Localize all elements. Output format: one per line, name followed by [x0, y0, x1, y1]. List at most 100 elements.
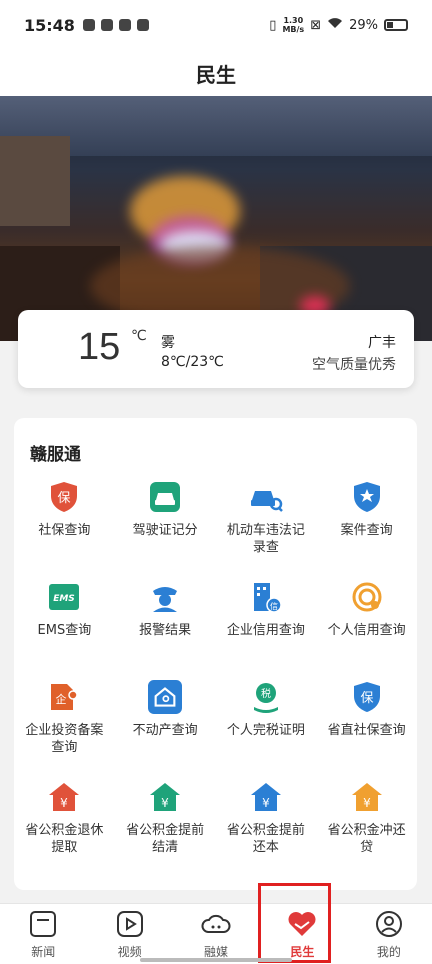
badge-icon [350, 480, 384, 514]
service-item[interactable]: 企企业投资备案查询 [14, 680, 115, 762]
sim-icon: ⊠ [310, 17, 322, 33]
invest-icon: 企 [47, 680, 81, 714]
battery-icon [384, 19, 408, 31]
service-item[interactable]: ¥ 省公积金冲还贷 [316, 780, 417, 862]
service-item[interactable]: ¥ 省公积金退休提取 [14, 780, 115, 862]
service-item[interactable]: 案件查询 [316, 480, 417, 562]
tab-user[interactable]: 我的 [346, 904, 432, 964]
tab-label: 新闻 [31, 945, 56, 959]
service-label: 省直社保查询 [327, 723, 406, 738]
service-item[interactable]: 不动产查询 [115, 680, 216, 762]
air-quality: 空气质量优秀 [312, 357, 396, 373]
fund-icon: ¥ [350, 780, 384, 814]
service-label: 报警结果 [139, 623, 192, 638]
tab-news[interactable]: 新闻 [0, 904, 86, 964]
services-title: 赣服通 [30, 445, 81, 465]
page-title: 民生 [0, 50, 432, 96]
user-icon [375, 910, 403, 941]
service-label: 驾驶证记分 [132, 523, 198, 538]
services-card: 赣服通 保社保查询 驾驶证记分 机动车违法记录查 案件查询 EMS EMS查询 报警结果信企… [14, 418, 417, 890]
notification-icon [118, 19, 131, 31]
vibrate-icon: ▯ [269, 17, 277, 33]
status-time: 15:48 [24, 15, 75, 35]
service-item[interactable]: ¥ 省公积金提前还本 [216, 780, 317, 862]
video-icon [116, 910, 144, 941]
status-bar: 15:48 ▯ 1.30 MB/s ⊠ 29% [0, 0, 432, 50]
service-item[interactable]: 信企业信用查询 [216, 580, 317, 662]
service-label: 个人完税证明 [226, 723, 305, 738]
weather-temp: 15 [78, 326, 121, 368]
service-label: 机动车违法记录查 [226, 523, 305, 555]
weather-city: 广丰 [368, 335, 396, 351]
service-item[interactable]: 驾驶证记分 [115, 480, 216, 562]
bottom-tab-bar: 新闻 视频 融媒 民生 我的 [0, 903, 432, 964]
service-item[interactable]: 机动车违法记录查 [216, 480, 317, 562]
notification-icon [82, 19, 95, 31]
service-label: 企业投资备案查询 [25, 723, 104, 755]
tab-video[interactable]: 视频 [86, 904, 172, 964]
notification-icon [136, 19, 149, 31]
service-item[interactable]: 税个人完税证明 [216, 680, 317, 762]
service-label: 省公积金冲还贷 [327, 823, 406, 855]
car-icon [148, 480, 182, 514]
status-right: ▯ 1.30 MB/s ⊠ 29% [269, 16, 408, 34]
wifi-icon [327, 17, 343, 33]
fund-icon: ¥ [249, 780, 283, 814]
service-label: 不动产查询 [132, 723, 198, 738]
tab-label: 视频 [117, 945, 142, 959]
fund-icon: ¥ [148, 780, 182, 814]
car-search-icon [249, 480, 283, 514]
battery-text: 29% [349, 17, 378, 33]
service-label: 企业信用查询 [226, 623, 305, 638]
service-label: EMS查询 [37, 623, 92, 638]
service-label: 个人信用查询 [327, 623, 406, 638]
services-grid: 保社保查询 驾驶证记分 机动车违法记录查 案件查询 EMS EMS查询 报警结果信企业信用查… [14, 480, 417, 862]
ems-icon: EMS [47, 580, 81, 614]
svg-text:税: 税 [261, 687, 271, 700]
weather-unit: ℃ [131, 328, 147, 344]
svg-text:信: 信 [270, 601, 278, 611]
tab-cloud[interactable]: 融媒 [173, 904, 259, 964]
tax-icon: 税 [249, 680, 283, 714]
police-icon [148, 580, 182, 614]
network-speed: 1.30 MB/s [282, 16, 304, 34]
credit-icon [350, 580, 384, 614]
banner-image[interactable] [0, 96, 432, 341]
svg-text:¥: ¥ [262, 796, 270, 810]
svg-text:EMS: EMS [54, 594, 76, 604]
weather-condition: 雾 [161, 335, 175, 351]
service-item[interactable]: EMS EMS查询 [14, 580, 115, 662]
fund-icon: ¥ [47, 780, 81, 814]
notification-icons [82, 19, 149, 31]
service-item[interactable]: 个人信用查询 [316, 580, 417, 662]
service-label: 省公积金提前结清 [126, 823, 205, 855]
speed-value: 1.30 [283, 16, 304, 25]
svg-text:¥: ¥ [161, 796, 169, 810]
svg-text:保: 保 [58, 491, 71, 506]
home-indicator [140, 958, 292, 962]
speed-unit: MB/s [282, 25, 305, 34]
shield-icon: 保 [47, 480, 81, 514]
service-item[interactable]: 保省直社保查询 [316, 680, 417, 762]
building-credit-icon: 信 [249, 580, 283, 614]
service-label: 省公积金提前还本 [226, 823, 305, 855]
service-label: 社保查询 [38, 523, 91, 538]
active-tab-highlight [258, 883, 331, 963]
svg-text:¥: ¥ [363, 796, 371, 810]
tab-label: 我的 [376, 945, 401, 959]
weather-card[interactable]: 15 ℃ 雾 8℃/23℃ 广丰 空气质量优秀 [18, 310, 414, 388]
svg-text:保: 保 [360, 691, 373, 706]
cloud-icon [201, 910, 231, 941]
notification-icon [100, 19, 113, 31]
shield-blue-icon: 保 [350, 680, 384, 714]
service-label: 案件查询 [340, 523, 393, 538]
service-item[interactable]: 保社保查询 [14, 480, 115, 562]
service-label: 省公积金退休提取 [25, 823, 104, 855]
news-icon [29, 910, 57, 941]
house-search-icon [148, 680, 183, 714]
svg-text:企: 企 [56, 692, 67, 706]
svg-text:¥: ¥ [61, 796, 69, 810]
service-item[interactable]: 报警结果 [115, 580, 216, 662]
service-item[interactable]: ¥ 省公积金提前结清 [115, 780, 216, 862]
weather-range: 8℃/23℃ [161, 354, 224, 370]
